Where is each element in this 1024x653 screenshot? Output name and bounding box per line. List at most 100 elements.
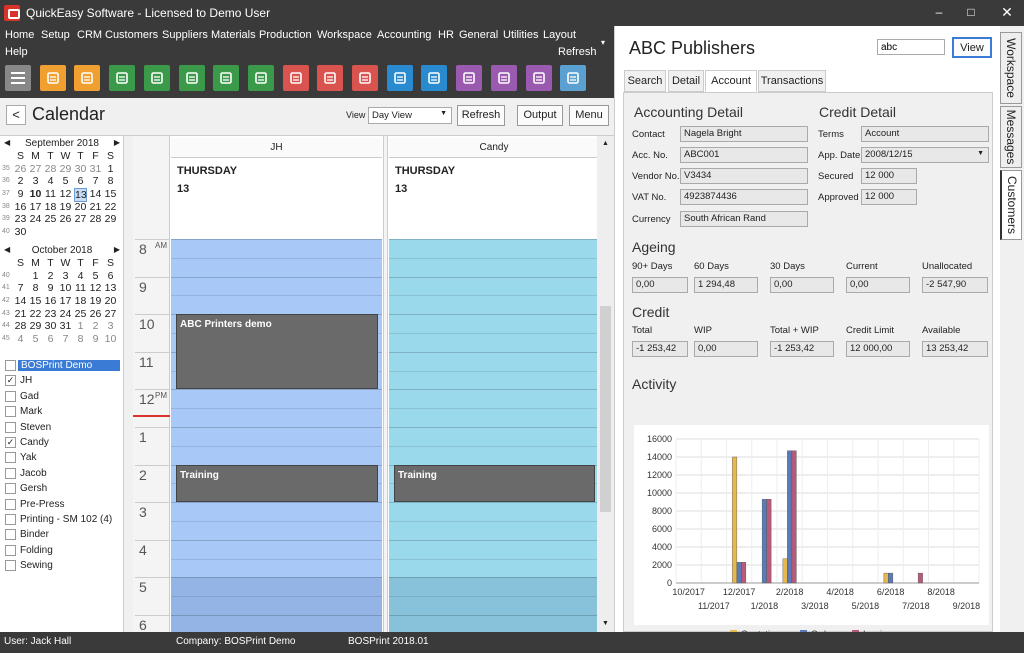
day-cell[interactable]: 22 (104, 201, 117, 213)
resource-item[interactable]: Pre-Press (0, 497, 124, 512)
appointment[interactable]: Training (394, 464, 595, 503)
day-cell[interactable]: 10 (104, 333, 117, 345)
day-cell[interactable]: 3 (29, 175, 42, 187)
day-cell[interactable]: 6 (44, 333, 57, 345)
menu-layout[interactable]: Layout (543, 29, 576, 41)
chat-button[interactable] (143, 65, 170, 91)
day-cell[interactable]: 9 (44, 282, 57, 294)
chevron-down-icon[interactable]: ▾ (601, 38, 605, 47)
user-button[interactable] (109, 65, 136, 91)
day-cell[interactable]: 23 (14, 213, 27, 225)
close-button[interactable]: ✕ (990, 0, 1024, 26)
day-cell[interactable]: 14 (89, 188, 102, 200)
menu-hr[interactable]: HR (438, 29, 454, 41)
menu-setup[interactable]: Setup (41, 29, 70, 41)
menu-materials[interactable]: Materials (211, 29, 256, 41)
resource-item[interactable]: Gad (0, 389, 124, 404)
day-cell[interactable]: 5 (89, 270, 102, 282)
invoice-button[interactable] (352, 65, 378, 91)
day-cell[interactable]: 2 (44, 270, 57, 282)
day-cell[interactable]: 18 (74, 295, 87, 307)
day-cell[interactable]: 25 (44, 213, 57, 225)
transfer-button[interactable] (421, 65, 448, 91)
day-cell[interactable]: 30 (74, 163, 87, 175)
resource-item[interactable]: Binder (0, 527, 124, 542)
day-cell[interactable]: 31 (59, 320, 72, 332)
scroll-thumb[interactable] (600, 306, 611, 512)
resource-item[interactable]: ✓ Candy (0, 435, 124, 450)
resource-checkbox[interactable] (5, 529, 16, 541)
truck-button[interactable] (213, 65, 240, 91)
menu-accounting[interactable]: Accounting (377, 29, 431, 41)
day-cell[interactable]: 8 (104, 175, 117, 187)
appointment[interactable]: Training (176, 464, 378, 503)
day-cell[interactable]: 27 (29, 163, 42, 175)
day-cell[interactable]: 30 (14, 226, 27, 238)
appointment[interactable]: ABC Printers demo (176, 314, 378, 390)
menu-suppliers[interactable]: Suppliers (162, 29, 208, 41)
tab-transactions[interactable]: Transactions (758, 70, 826, 92)
day-cell[interactable]: 15 (104, 188, 117, 200)
resource-column-header[interactable]: Candy (389, 138, 599, 158)
day-cell[interactable]: 7 (14, 282, 27, 294)
day-cell[interactable]: 9 (14, 188, 27, 200)
cart-button[interactable] (178, 65, 205, 91)
day-cell[interactable]: 21 (14, 308, 27, 320)
day-cell[interactable]: 28 (89, 213, 102, 225)
scroll-up-icon[interactable]: ▲ (602, 140, 609, 147)
chevron-left-icon[interactable]: ◀ (4, 138, 10, 147)
resource-checkbox[interactable]: ✓ (5, 436, 16, 448)
ageing-value[interactable]: 0,00 (632, 277, 688, 293)
hourglass-button[interactable] (525, 65, 552, 91)
resource-item[interactable]: Sewing (0, 558, 124, 573)
resource-checkbox[interactable]: ✓ (5, 375, 16, 387)
resource-checkbox[interactable] (5, 498, 16, 510)
day-column[interactable] (389, 239, 599, 635)
min-button[interactable]: – (924, 0, 954, 26)
day-cell[interactable]: 6 (104, 270, 117, 282)
currency-field[interactable]: South African Rand (680, 211, 808, 227)
mini-calendar-october[interactable]: ◀ October 2018 ▶ S M T W T F S 40 1 2 3 4 5 6 41 7 8 9 10 11 12… (0, 245, 124, 346)
day-cell[interactable]: 3 (59, 270, 72, 282)
day-cell[interactable]: 9 (89, 333, 102, 345)
menu-general[interactable]: General (459, 29, 498, 41)
resource-item[interactable]: Folding (0, 543, 124, 558)
day-cell[interactable]: 29 (104, 213, 117, 225)
day-cell[interactable]: 7 (59, 333, 72, 345)
credit-value[interactable]: 12 000,00 (846, 341, 910, 357)
menu-customers[interactable]: Customers (105, 29, 158, 41)
day-cell[interactable]: 4 (44, 175, 57, 187)
resource-item[interactable]: ✓ JH (0, 373, 124, 388)
day-cell[interactable]: 26 (14, 163, 27, 175)
day-cell[interactable]: 8 (29, 282, 42, 294)
day-cell[interactable]: 30 (44, 320, 57, 332)
resource-item[interactable]: Printing - SM 102 (4) (0, 512, 124, 527)
calendar-button[interactable] (39, 65, 66, 91)
day-cell[interactable]: 15 (29, 295, 42, 307)
resource-checkbox[interactable] (5, 390, 16, 402)
resource-item[interactable]: Steven (0, 420, 124, 435)
chevron-right-icon[interactable]: ▶ (114, 245, 120, 254)
menu-help[interactable]: Help (5, 46, 28, 58)
day-cell[interactable]: 4 (74, 270, 87, 282)
mini-calendar-september[interactable]: ◀ September 2018 ▶ S M T W T F S 35 26 27 28 29 30 31 1 36… (0, 138, 124, 239)
customer-search-input[interactable] (877, 39, 945, 55)
approved-field[interactable]: 12 000 (861, 189, 917, 205)
day-column[interactable] (171, 239, 382, 635)
day-cell[interactable]: 24 (29, 213, 42, 225)
day-cell[interactable]: 25 (74, 308, 87, 320)
card-button[interactable] (386, 65, 413, 91)
menu-home[interactable]: Home (5, 29, 34, 41)
cart-add-button[interactable] (317, 65, 344, 91)
secured-field[interactable]: 12 000 (861, 168, 917, 184)
day-cell[interactable]: 29 (29, 320, 42, 332)
restore-button[interactable]: □ (956, 0, 986, 26)
tab-detail[interactable]: Detail (668, 70, 704, 92)
day-cell[interactable]: 12 (59, 188, 72, 200)
day-cell[interactable]: 10 (29, 188, 42, 200)
day-cell[interactable]: 22 (29, 308, 42, 320)
person-button[interactable] (282, 65, 309, 91)
back-button[interactable]: < (6, 105, 26, 125)
side-tab-workspace[interactable]: Workspace (1000, 32, 1022, 104)
contact-field[interactable]: Nagela Bright (680, 126, 808, 142)
